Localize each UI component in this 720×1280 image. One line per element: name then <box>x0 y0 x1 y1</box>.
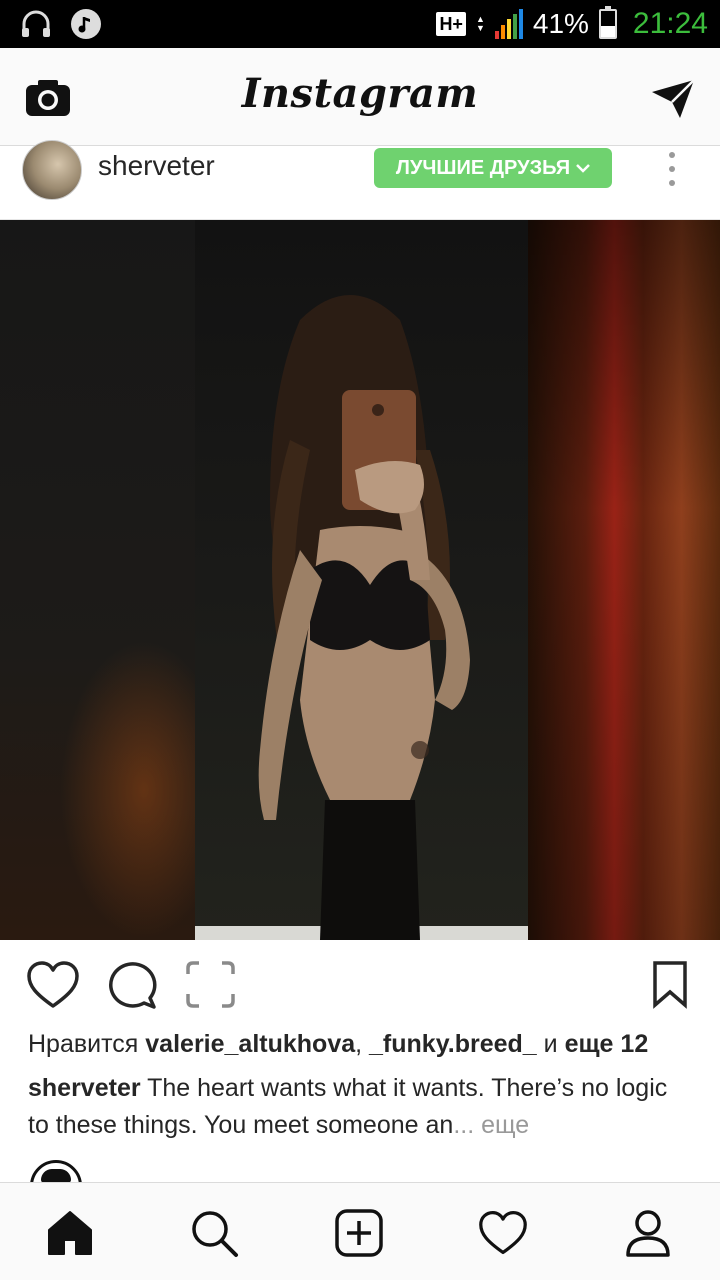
share-button[interactable] <box>184 960 238 1010</box>
save-button[interactable] <box>650 960 690 1010</box>
comment-button[interactable] <box>106 960 160 1010</box>
like-button[interactable] <box>26 960 80 1010</box>
battery-icon <box>598 6 617 39</box>
post-options-button[interactable] <box>662 152 682 186</box>
liker-1[interactable]: valerie_altukhova <box>145 1030 355 1058</box>
status-bar: H+ ▲ ▼ 41% 21:24 <box>0 0 720 48</box>
bookmark-icon <box>653 961 687 1009</box>
search-icon <box>192 1211 238 1257</box>
likes-summary: Нравится valerie_altukhova, _funky.breed… <box>28 1030 708 1059</box>
network-type: H+ <box>436 12 466 36</box>
direct-message-icon <box>652 79 695 118</box>
photo-right-shade <box>528 220 720 940</box>
nav-activity-button[interactable] <box>475 1205 531 1261</box>
photo-left-glow <box>60 640 200 940</box>
nav-home-button[interactable] <box>42 1205 98 1261</box>
direct-messages-button[interactable] <box>650 76 696 122</box>
likes-prefix: Нравится <box>28 1030 139 1058</box>
post-header: sherveter ЛУЧШИЕ ДРУЗЬЯ <box>0 140 720 220</box>
activity-heart-icon <box>479 1211 527 1255</box>
music-note-icon <box>71 9 101 39</box>
bottom-navigation <box>0 1182 720 1280</box>
likes-more-count[interactable]: еще 12 <box>565 1030 649 1058</box>
home-icon <box>48 1211 92 1255</box>
heart-icon <box>27 961 79 1008</box>
nav-add-button[interactable] <box>331 1205 387 1261</box>
status-left-icons <box>20 8 102 40</box>
likes-conjunction: и <box>543 1030 558 1058</box>
signal-strength-icon <box>494 9 523 39</box>
battery-percent: 41% <box>532 8 589 39</box>
data-arrows-icon: ▲ ▼ <box>475 14 485 33</box>
app-header: Instagram <box>0 48 720 146</box>
clock: 21:24 <box>632 7 708 40</box>
caption-ellipsis: ... <box>453 1111 475 1139</box>
close-friends-label: ЛУЧШИЕ ДРУЗЬЯ <box>395 156 571 179</box>
post-photo[interactable] <box>0 220 720 940</box>
comment-icon <box>109 962 157 1009</box>
post-actions <box>0 940 720 1030</box>
nav-search-button[interactable] <box>186 1205 242 1261</box>
share-frame-icon <box>186 961 235 1008</box>
caption-author[interactable]: sherveter <box>28 1074 141 1102</box>
likes-separator: , <box>355 1030 363 1058</box>
avatar[interactable] <box>22 140 82 200</box>
close-friends-badge[interactable]: ЛУЧШИЕ ДРУЗЬЯ <box>374 148 612 188</box>
photo-figure <box>258 295 470 940</box>
profile-icon <box>626 1210 670 1257</box>
add-post-icon <box>335 1209 383 1257</box>
liker-2[interactable]: _funky.breed_ <box>369 1030 537 1058</box>
post-username[interactable]: sherveter <box>98 150 215 182</box>
post-caption: sherveter The heart wants what it wants.… <box>28 1070 688 1144</box>
app-logo: Instagram <box>241 70 479 117</box>
caption-more-link[interactable]: еще <box>481 1111 529 1139</box>
nav-profile-button[interactable] <box>620 1205 676 1261</box>
battery-fill <box>600 26 615 37</box>
headset-icon <box>22 10 50 37</box>
status-right: H+ ▲ ▼ 41% 21:24 <box>436 0 708 48</box>
chevron-down-icon <box>576 164 590 173</box>
instagram-feed-screen: H+ ▲ ▼ 41% 21:24 Instagram sherveter ЛУЧ… <box>0 0 720 1280</box>
